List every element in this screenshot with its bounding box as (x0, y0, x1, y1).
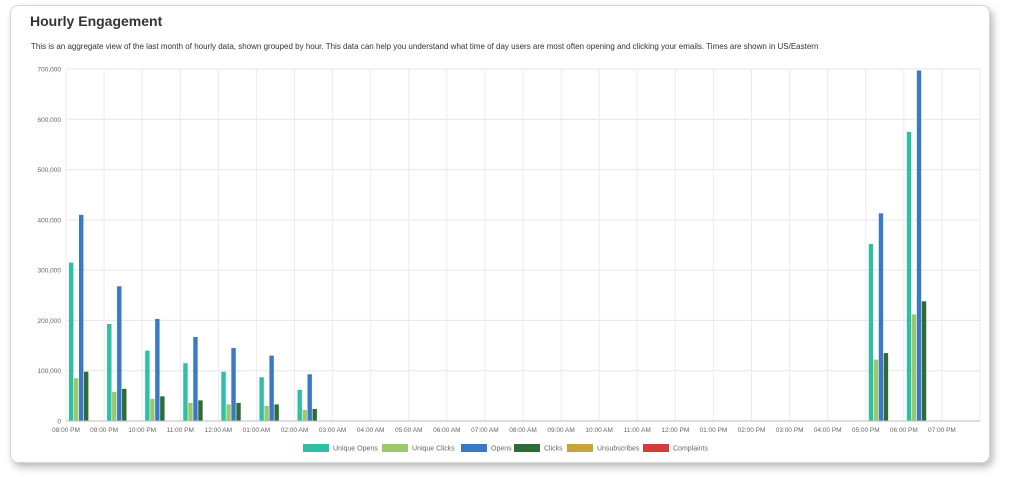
y-axis-ticks: 0 100,000 200,000 300,000 400,000 500,000 600,… (38, 67, 62, 426)
bar-clicks[interactable] (274, 404, 279, 421)
legend-swatch-opens[interactable] (461, 444, 487, 452)
x-tick-label: 08:00 PM (52, 427, 80, 434)
y-tick-label: 0 (57, 419, 61, 426)
bar-unique-clicks[interactable] (264, 405, 269, 421)
bar-unique-clicks[interactable] (74, 378, 79, 421)
x-tick-label: 12:00 PM (661, 427, 689, 434)
bar-unique-opens[interactable] (221, 371, 226, 421)
x-tick-label: 04:00 PM (814, 427, 842, 434)
y-tick-label: 400,000 (38, 217, 62, 224)
bar-unique-opens[interactable] (145, 350, 150, 421)
bar-clicks[interactable] (921, 301, 927, 421)
x-tick-label: 07:00 AM (471, 427, 498, 434)
x-tick-label: 01:00 PM (700, 427, 728, 434)
bar-opens[interactable] (231, 348, 236, 421)
x-tick-label: 11:00 AM (624, 427, 651, 434)
y-tick-label: 300,000 (38, 268, 62, 275)
legend: Unique Opens Unique Clicks Opens Clicks Unsu… (303, 444, 709, 453)
grid-lines (65, 68, 981, 422)
legend-label[interactable]: Clicks (544, 446, 563, 453)
bar-unique-opens[interactable] (107, 323, 112, 421)
x-tick-label: 08:00 AM (509, 427, 536, 434)
x-tick-label: 05:00 AM (395, 427, 422, 434)
x-tick-label: 03:00 AM (319, 427, 346, 434)
y-tick-label: 200,000 (38, 318, 62, 325)
hourly-engagement-chart: 0 100,000 200,000 300,000 400,000 500,000 600,… (38, 67, 981, 453)
x-tick-label: 09:00 AM (547, 427, 574, 434)
bar-clicks[interactable] (198, 400, 203, 421)
bar-clicks[interactable] (883, 353, 889, 421)
y-tick-label: 500,000 (38, 167, 62, 174)
bar-clicks[interactable] (160, 396, 165, 421)
bar-opens[interactable] (878, 213, 884, 421)
bar-unique-opens[interactable] (259, 377, 264, 421)
bar-clicks[interactable] (312, 408, 317, 421)
legend-label[interactable]: Opens (491, 446, 512, 453)
legend-label[interactable]: Unsubscribes (597, 446, 640, 453)
y-tick-label: 600,000 (38, 117, 62, 124)
x-tick-label: 01:00 AM (243, 427, 270, 434)
x-tick-label: 05:00 PM (852, 427, 880, 434)
bar-clicks[interactable] (84, 371, 89, 421)
y-tick-label: 100,000 (38, 368, 62, 375)
bar-opens[interactable] (269, 355, 274, 421)
bar-opens[interactable] (155, 318, 160, 421)
bar-clicks[interactable] (236, 402, 241, 421)
bar-opens[interactable] (117, 286, 122, 421)
x-tick-label: 09:00 PM (90, 427, 118, 434)
bar-opens[interactable] (79, 214, 84, 421)
legend-label[interactable]: Complaints (673, 446, 709, 453)
x-tick-label: 03:00 PM (776, 427, 804, 434)
x-tick-label: 02:00 AM (281, 427, 308, 434)
x-tick-label: 04:00 AM (357, 427, 384, 434)
x-tick-label: 06:00 PM (890, 427, 918, 434)
x-tick-label: 06:00 AM (433, 427, 460, 434)
bar-unique-opens[interactable] (183, 363, 188, 421)
bar-unique-clicks[interactable] (911, 314, 917, 421)
bar-unique-clicks[interactable] (302, 409, 307, 421)
bar-unique-opens[interactable] (906, 131, 912, 421)
bar-clicks[interactable] (122, 388, 127, 421)
x-axis-ticks: 08:00 PM 09:00 PM 10:00 PM 11:00 PM 12:00 AM… (52, 427, 956, 434)
x-tick-label: 12:00 AM (205, 427, 232, 434)
x-tick-label: 02:00 PM (738, 427, 766, 434)
legend-swatch-unique-opens[interactable] (303, 444, 329, 452)
bar-unique-clicks[interactable] (188, 402, 193, 421)
legend-label[interactable]: Unique Clicks (412, 446, 455, 453)
legend-swatch-unique-clicks[interactable] (382, 444, 408, 452)
bar-unique-clicks[interactable] (112, 391, 117, 421)
y-tick-label: 700,000 (38, 67, 62, 74)
bar-unique-clicks[interactable] (873, 359, 879, 421)
legend-label[interactable]: Unique Opens (333, 446, 378, 453)
x-tick-label: 10:00 AM (585, 427, 612, 434)
bar-unique-opens[interactable] (69, 262, 74, 421)
bar-opens[interactable] (916, 70, 922, 421)
x-tick-label: 10:00 PM (128, 427, 156, 434)
bar-unique-opens[interactable] (297, 389, 302, 421)
bar-unique-clicks[interactable] (150, 398, 155, 421)
legend-swatch-unsubscribes[interactable] (567, 444, 593, 452)
legend-swatch-clicks[interactable] (514, 444, 540, 452)
x-tick-label: 11:00 PM (167, 427, 194, 434)
bar-opens[interactable] (307, 374, 312, 421)
bar-unique-opens[interactable] (868, 243, 874, 421)
x-tick-label: 07:00 PM (928, 427, 956, 434)
bar-opens[interactable] (193, 337, 198, 421)
bars (69, 70, 927, 421)
legend-swatch-complaints[interactable] (643, 444, 669, 452)
bar-unique-clicks[interactable] (226, 404, 231, 421)
